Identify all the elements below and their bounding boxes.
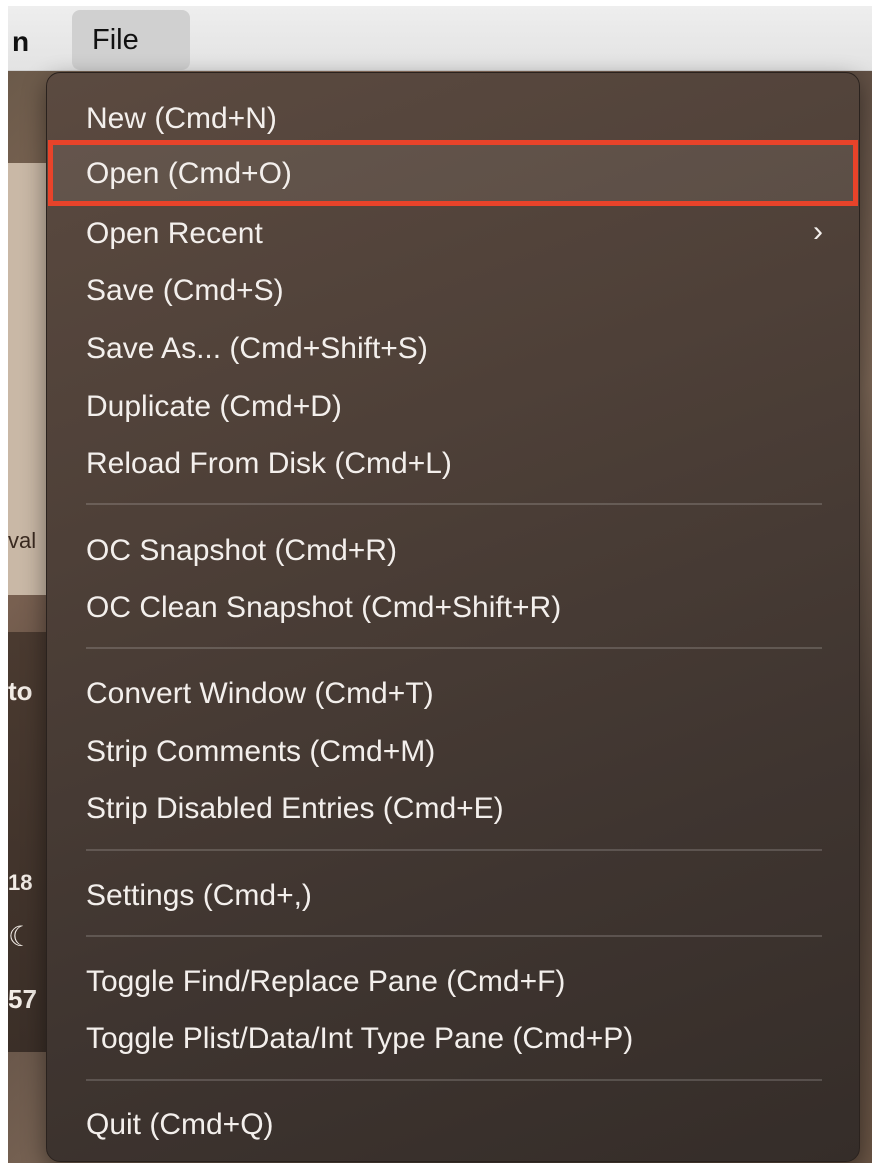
menu-item-quit[interactable]: Quit (Cmd+Q) <box>47 1096 859 1152</box>
menu-item-reload-from-disk[interactable]: Reload From Disk (Cmd+L) <box>47 435 859 491</box>
file-menu-label: File <box>92 24 139 56</box>
menu-item-label: Quit (Cmd+Q) <box>86 1108 274 1141</box>
menu-item-oc-snapshot[interactable]: OC Snapshot (Cmd+R) <box>47 522 859 578</box>
menu-item-duplicate[interactable]: Duplicate (Cmd+D) <box>47 378 859 434</box>
menu-item-label: Strip Disabled Entries (Cmd+E) <box>86 792 504 825</box>
moon-icon: ☾ <box>8 921 34 952</box>
menu-item-label: Open Recent <box>86 217 263 250</box>
file-menu-title[interactable]: File <box>72 10 190 70</box>
menu-separator <box>86 849 822 851</box>
menu-item-label: Strip Comments (Cmd+M) <box>86 735 436 768</box>
menu-item-label: OC Clean Snapshot (Cmd+Shift+R) <box>86 591 562 624</box>
menu-item-strip-disabled-entries[interactable]: Strip Disabled Entries (Cmd+E) <box>47 780 859 836</box>
menu-item-convert-window[interactable]: Convert Window (Cmd+T) <box>47 665 859 721</box>
menu-item-open-recent[interactable]: Open Recent › <box>47 205 859 261</box>
menu-item-label: New (Cmd+N) <box>86 102 277 135</box>
menu-separator <box>86 935 822 937</box>
menu-bar: n File <box>8 6 872 71</box>
menu-item-label: Duplicate (Cmd+D) <box>86 390 342 423</box>
menu-item-label: Reload From Disk (Cmd+L) <box>86 447 452 480</box>
menu-item-settings[interactable]: Settings (Cmd+,) <box>47 867 859 923</box>
menu-item-save[interactable]: Save (Cmd+S) <box>47 262 859 318</box>
menu-item-toggle-type-pane[interactable]: Toggle Plist/Data/Int Type Pane (Cmd+P) <box>47 1010 859 1066</box>
menu-item-label: Save As... (Cmd+Shift+S) <box>86 332 428 365</box>
file-dropdown-menu: New (Cmd+N) Open (Cmd+O) Open Recent › S… <box>46 72 860 1162</box>
background-text-fragment: val <box>8 528 37 553</box>
app-menu-label[interactable]: n <box>12 26 29 58</box>
menu-item-new[interactable]: New (Cmd+N) <box>47 90 859 146</box>
menu-item-save-as[interactable]: Save As... (Cmd+Shift+S) <box>47 320 859 376</box>
menu-item-label: Toggle Plist/Data/Int Type Pane (Cmd+P) <box>86 1022 634 1055</box>
menu-item-open[interactable]: Open (Cmd+O) <box>48 140 858 206</box>
background-text-fragment: 57 <box>8 984 37 1014</box>
menu-separator <box>86 1079 822 1081</box>
menu-item-label: Settings (Cmd+,) <box>86 879 312 912</box>
menu-item-label: Save (Cmd+S) <box>86 274 284 307</box>
menu-item-label: Open (Cmd+O) <box>86 157 292 190</box>
menu-item-oc-clean-snapshot[interactable]: OC Clean Snapshot (Cmd+Shift+R) <box>47 579 859 635</box>
chevron-right-icon: › <box>813 215 823 248</box>
background-window-panel: val <box>8 163 50 595</box>
menu-separator <box>86 503 822 505</box>
background-widget-panel: to 18 ☾ 57 <box>8 632 50 1052</box>
background-text-fragment: to <box>8 676 33 706</box>
menu-item-label: OC Snapshot (Cmd+R) <box>86 534 397 567</box>
menu-separator <box>86 647 822 649</box>
menu-item-label: Toggle Find/Replace Pane (Cmd+F) <box>86 965 566 998</box>
menu-item-toggle-find-replace[interactable]: Toggle Find/Replace Pane (Cmd+F) <box>47 953 859 1009</box>
menu-item-strip-comments[interactable]: Strip Comments (Cmd+M) <box>47 723 859 779</box>
background-text-fragment: 18 <box>8 870 33 895</box>
menu-item-label: Convert Window (Cmd+T) <box>86 677 434 710</box>
